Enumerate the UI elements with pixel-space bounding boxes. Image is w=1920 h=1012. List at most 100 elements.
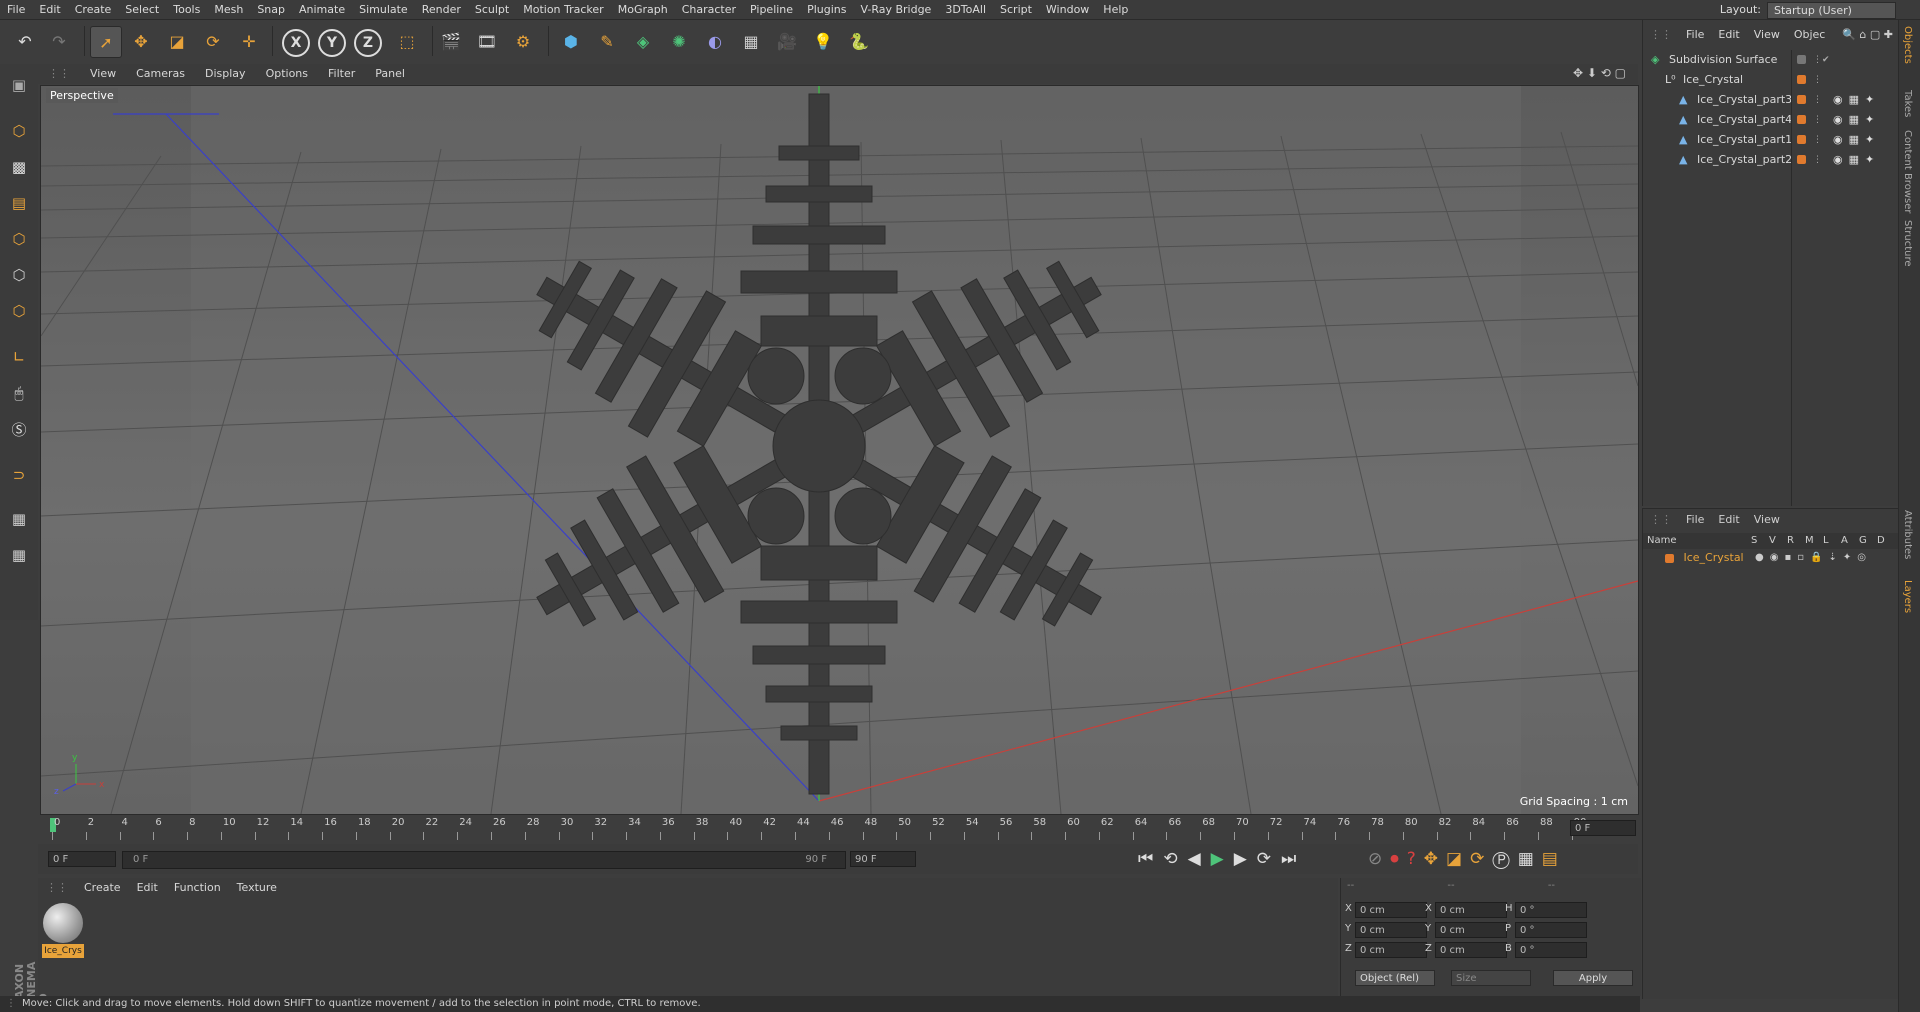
- current-frame-field[interactable]: 0 F: [1570, 820, 1636, 836]
- lock-grid-icon[interactable]: ▦: [4, 504, 34, 534]
- object-name[interactable]: Ice_Crystal: [1683, 73, 1743, 86]
- go-to-end-icon[interactable]: ⏭: [1281, 849, 1306, 869]
- viewport-nav-icon[interactable]: ✥ ⬇ ⟲ ▢: [1573, 66, 1626, 80]
- cube-icon[interactable]: ⬢: [556, 26, 586, 56]
- key-scale-icon[interactable]: ◪: [1446, 849, 1470, 869]
- object-row[interactable]: ▲ Ice_Crystal_part3 ⋮ ◉▦✦: [1643, 90, 1899, 110]
- z-axis-icon[interactable]: Z: [354, 29, 382, 57]
- menu-plugins[interactable]: Plugins: [800, 0, 853, 19]
- tab-structure[interactable]: Structure: [1902, 220, 1913, 267]
- move-icon[interactable]: ✥: [126, 26, 156, 56]
- layer-color-swatch[interactable]: [1665, 553, 1674, 563]
- make-editable-icon[interactable]: ▣: [4, 70, 34, 100]
- menu-mesh[interactable]: Mesh: [207, 0, 250, 19]
- timeline-window-icon[interactable]: ▤: [1542, 849, 1566, 869]
- x-axis-icon[interactable]: X: [282, 29, 310, 57]
- coord-value-field[interactable]: 0 cm: [1355, 942, 1427, 958]
- go-to-start-icon[interactable]: ⏮: [1138, 849, 1163, 869]
- scale-icon[interactable]: ◪: [162, 26, 192, 56]
- menu-help[interactable]: Help: [1096, 0, 1135, 19]
- end-frame-field[interactable]: 90 F: [850, 851, 916, 867]
- key-pla-icon[interactable]: ▦: [1518, 849, 1542, 869]
- viewport-menu-display[interactable]: Display: [195, 64, 256, 84]
- start-frame-field[interactable]: 0 F: [48, 851, 116, 867]
- menu-pipeline[interactable]: Pipeline: [743, 0, 800, 19]
- record-icon[interactable]: ⏺: [1390, 849, 1407, 869]
- key-rotation-icon[interactable]: ⟳: [1470, 849, 1492, 869]
- visibility-toggle-icon[interactable]: ⋮: [1813, 150, 1822, 170]
- object-menu-objects[interactable]: Objec: [1787, 20, 1833, 50]
- transform-icon[interactable]: ✛: [234, 26, 264, 56]
- menu-vray-bridge[interactable]: V-Ray Bridge: [853, 0, 938, 19]
- tweak-mode-icon[interactable]: 🖱: [4, 378, 34, 408]
- edges-mode-icon[interactable]: ⬡: [4, 260, 34, 290]
- object-layer-swatch[interactable]: [1797, 75, 1806, 84]
- coord-value-field[interactable]: 0 cm: [1355, 902, 1427, 918]
- object-row[interactable]: ▲ Ice_Crystal_part2 ⋮ ◉▦✦: [1643, 150, 1899, 170]
- axis-mode-icon[interactable]: ∟: [4, 342, 34, 372]
- coord-value-field[interactable]: 0 cm: [1355, 922, 1427, 938]
- menu-sculpt[interactable]: Sculpt: [468, 0, 516, 19]
- object-layer-swatch[interactable]: [1797, 155, 1806, 164]
- tab-attributes[interactable]: Attributes: [1902, 510, 1913, 559]
- y-axis-icon[interactable]: Y: [318, 29, 346, 57]
- object-menu-view[interactable]: View: [1747, 20, 1787, 50]
- viewport-perspective[interactable]: y x z Perspective Grid Spacing : 1 cm: [40, 85, 1639, 815]
- size-mode-dropdown[interactable]: Size: [1451, 970, 1531, 986]
- next-frame-icon[interactable]: ▶: [1234, 849, 1257, 869]
- layer-menu-edit[interactable]: Edit: [1711, 513, 1746, 526]
- object-tags-icons[interactable]: ◉▦✦: [1833, 110, 1880, 130]
- object-row[interactable]: ◈ Subdivision Surface ⋮✔: [1643, 50, 1899, 70]
- menu-file[interactable]: File: [0, 0, 32, 19]
- menu-render[interactable]: Render: [415, 0, 468, 19]
- layout-dropdown[interactable]: Startup (User): [1767, 1, 1896, 19]
- visibility-toggle-icon[interactable]: ⋮: [1813, 90, 1822, 110]
- material-menu-texture[interactable]: Texture: [229, 878, 285, 898]
- object-row[interactable]: ▲ Ice_Crystal_part1 ⋮ ◉▦✦: [1643, 130, 1899, 150]
- viewport-menu-cameras[interactable]: Cameras: [126, 64, 195, 84]
- object-name[interactable]: Ice_Crystal_part2: [1697, 153, 1792, 166]
- snap-icon[interactable]: Ⓢ: [4, 414, 34, 444]
- layer-row[interactable]: Ice_Crystal ●◉▪▫🔒⇣✦◎: [1643, 549, 1899, 567]
- object-layer-swatch[interactable]: [1797, 95, 1806, 104]
- redo-icon[interactable]: ↷: [44, 26, 74, 56]
- menu-create[interactable]: Create: [68, 0, 119, 19]
- camera-icon[interactable]: 🎥: [772, 26, 802, 56]
- menu-select[interactable]: Select: [118, 0, 166, 19]
- tab-takes[interactable]: Takes: [1902, 90, 1913, 117]
- layer-name[interactable]: Ice_Crystal: [1684, 551, 1744, 564]
- tab-content-browser[interactable]: Content Browser: [1902, 130, 1913, 213]
- tab-layers[interactable]: Layers: [1902, 580, 1913, 613]
- visibility-toggle-icon[interactable]: ⋮: [1813, 110, 1822, 130]
- render-settings-icon[interactable]: ⚙: [508, 26, 538, 56]
- viewport-menu-filter[interactable]: Filter: [318, 64, 365, 84]
- object-layer-swatch[interactable]: [1797, 115, 1806, 124]
- object-name[interactable]: Ice_Crystal_part1: [1697, 133, 1792, 146]
- menu-tools[interactable]: Tools: [166, 0, 207, 19]
- visibility-toggle-icon[interactable]: ⋮✔: [1813, 50, 1830, 70]
- material-menu-create[interactable]: Create: [76, 878, 129, 898]
- menu-snap[interactable]: Snap: [250, 0, 292, 19]
- timeline-ruler[interactable]: 0 2 4 6 8 10 12 14 16 18 20 22 24 26 28 30 32 34 36 38 40 42 4…: [38, 816, 1638, 844]
- layer-menu-view[interactable]: View: [1747, 513, 1787, 526]
- model-mode-icon[interactable]: ⬡: [4, 116, 34, 146]
- object-name[interactable]: Ice_Crystal_part3: [1697, 93, 1792, 106]
- coord-value-field[interactable]: 0 cm: [1435, 902, 1507, 918]
- light-icon[interactable]: 💡: [808, 26, 838, 56]
- material-menu-function[interactable]: Function: [166, 878, 229, 898]
- pen-icon[interactable]: ✎: [592, 26, 622, 56]
- menu-animate[interactable]: Animate: [292, 0, 352, 19]
- viewport-menu-options[interactable]: Options: [256, 64, 318, 84]
- object-tags-icons[interactable]: ◉▦✦: [1833, 130, 1880, 150]
- material-menu-edit[interactable]: Edit: [129, 878, 166, 898]
- menu-simulate[interactable]: Simulate: [352, 0, 415, 19]
- object-tags-icons[interactable]: ◉▦✦: [1833, 90, 1880, 110]
- object-menu-file[interactable]: File: [1679, 20, 1711, 50]
- texture-mode-icon[interactable]: ▩: [4, 152, 34, 182]
- object-name[interactable]: Subdivision Surface: [1669, 53, 1777, 66]
- deformer-icon[interactable]: ◐: [700, 26, 730, 56]
- coord-value-field[interactable]: 0 °: [1515, 942, 1587, 958]
- magnet-icon[interactable]: ⊃: [4, 460, 34, 490]
- menu-motion-tracker[interactable]: Motion Tracker: [516, 0, 610, 19]
- object-tags-icons[interactable]: ◉▦✦: [1833, 150, 1880, 170]
